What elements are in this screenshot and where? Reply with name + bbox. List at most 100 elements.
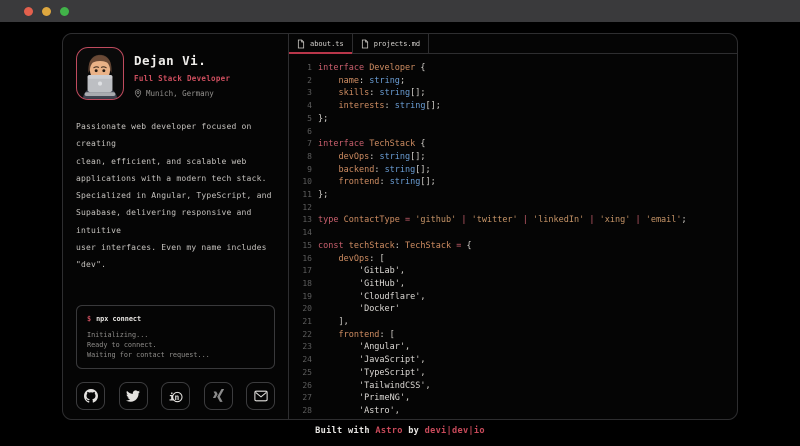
code-area[interactable]: 1interface Developer {2 name: string;3 s… [289, 54, 737, 418]
profile-name: Dejan Vi. [134, 53, 230, 68]
code-line: 6 [297, 126, 737, 139]
code-line-text: 'PrimeNG', [318, 392, 410, 405]
code-line-text: 'TypeScript', [318, 367, 426, 380]
linkedin-link-button[interactable]: in [161, 382, 190, 410]
code-line-text: }; [318, 113, 328, 126]
line-number: 16 [297, 253, 312, 266]
code-line: 12 [297, 202, 737, 215]
code-line: 9 backend: string[]; [297, 164, 737, 177]
line-number: 8 [297, 151, 312, 164]
profile-identity: Dejan Vi. Full Stack Developer Munich, G… [134, 47, 230, 100]
line-number: 23 [297, 341, 312, 354]
profile-bio: Passionate web developer focused on crea… [76, 118, 275, 274]
code-line-text: skills: string[]; [318, 87, 426, 100]
xing-link-button[interactable] [204, 382, 233, 410]
code-line: 24 'JavaScript', [297, 354, 737, 367]
code-line: 14 [297, 227, 737, 240]
site-footer: Built with Astro by devi|dev|io [0, 426, 800, 436]
line-number: 12 [297, 202, 312, 215]
line-number: 27 [297, 392, 312, 405]
line-number: 25 [297, 367, 312, 380]
profile-header: Dejan Vi. Full Stack Developer Munich, G… [76, 47, 275, 100]
code-line: 1interface Developer { [297, 62, 737, 75]
code-line: 11}; [297, 189, 737, 202]
code-line: 23 'Angular', [297, 341, 737, 354]
github-icon [84, 389, 98, 403]
footer-built-with: Built with [315, 426, 375, 436]
close-window-button[interactable] [24, 7, 33, 16]
tab-projects.md[interactable]: projects.md [353, 34, 429, 53]
file-icon [297, 39, 305, 49]
twitter-link-button[interactable] [119, 382, 148, 410]
line-number: 19 [297, 291, 312, 304]
maximize-window-button[interactable] [60, 7, 69, 16]
line-number: 5 [297, 113, 312, 126]
xing-icon [212, 389, 225, 403]
code-line: 19 'Cloudflare', [297, 291, 737, 304]
terminal-widget: $ npx connect Initializing...Ready to con… [76, 305, 275, 369]
terminal-prompt: $ [87, 315, 91, 323]
line-number: 17 [297, 265, 312, 278]
tab-label: projects.md [374, 40, 420, 48]
code-line: 2 name: string; [297, 75, 737, 88]
code-line: 22 frontend: [ [297, 329, 737, 342]
code-line: 21 ], [297, 316, 737, 329]
tab-about.ts[interactable]: about.ts [289, 34, 353, 53]
footer-brand-link[interactable]: devi|dev|io [425, 426, 485, 436]
footer-astro-link[interactable]: Astro [375, 426, 402, 436]
line-number: 13 [297, 214, 312, 227]
line-number: 4 [297, 100, 312, 113]
code-line: 26 'TailwindCSS', [297, 380, 737, 393]
code-line-text: const techStack: TechStack = { [318, 240, 472, 253]
github-link-button[interactable] [76, 382, 105, 410]
code-line-text: frontend: string[]; [318, 176, 436, 189]
code-line-text: 'GitHub', [318, 278, 405, 291]
terminal-output-line: Initializing... [87, 330, 264, 340]
line-number: 3 [297, 87, 312, 100]
line-number: 26 [297, 380, 312, 393]
code-line: 17 'GitLab', [297, 265, 737, 278]
code-line: 4 interests: string[]; [297, 100, 737, 113]
code-line: 27 'PrimeNG', [297, 392, 737, 405]
terminal-output-line: Waiting for contact request... [87, 350, 264, 360]
code-line-text: frontend: [ [318, 329, 395, 342]
code-line-text: interests: string[]; [318, 100, 441, 113]
svg-text:n: n [175, 393, 180, 402]
code-line: 15 const techStack: TechStack = { [297, 240, 737, 253]
code-line-text: backend: string[]; [318, 164, 431, 177]
social-links-row: in [76, 382, 275, 410]
line-number: 22 [297, 329, 312, 342]
code-line-text: }; [318, 189, 328, 202]
code-line: 13 type ContactType = 'github' | 'twitter… [297, 214, 737, 227]
code-editor: about.ts projects.md 1interface Developer… [289, 34, 737, 419]
code-line-text: interface TechStack { [318, 138, 426, 151]
code-line-text: type ContactType = 'github' | 'twitter' … [318, 214, 687, 227]
code-line-text: 'Astro', [318, 405, 400, 418]
code-line: 10 frontend: string[]; [297, 176, 737, 189]
email-link-button[interactable] [246, 382, 275, 410]
email-icon [254, 390, 268, 402]
line-number: 9 [297, 164, 312, 177]
terminal-command-line: $ npx connect [87, 315, 264, 323]
code-line: 16 devOps: [ [297, 253, 737, 266]
line-number: 6 [297, 126, 312, 139]
code-line-text: ], [318, 316, 349, 329]
tab-label: about.ts [310, 40, 344, 48]
profile-location: Munich, Germany [134, 89, 230, 98]
terminal-output-line: Ready to connect. [87, 340, 264, 350]
code-line-text: devOps: [ [318, 253, 385, 266]
main-card: Dejan Vi. Full Stack Developer Munich, G… [62, 33, 738, 420]
code-line-text: interface Developer { [318, 62, 426, 75]
avatar [76, 47, 124, 100]
line-number: 28 [297, 405, 312, 418]
terminal-command: npx connect [96, 315, 141, 323]
twitter-icon [126, 390, 140, 403]
minimize-window-button[interactable] [42, 7, 51, 16]
line-number: 15 [297, 240, 312, 253]
code-line: 28 'Astro', [297, 405, 737, 418]
line-number: 24 [297, 354, 312, 367]
code-line-text: 'Angular', [318, 341, 410, 354]
line-number: 2 [297, 75, 312, 88]
terminal-output: Initializing...Ready to connect.Waiting … [87, 330, 264, 360]
code-line-text: 'JavaScript', [318, 354, 426, 367]
